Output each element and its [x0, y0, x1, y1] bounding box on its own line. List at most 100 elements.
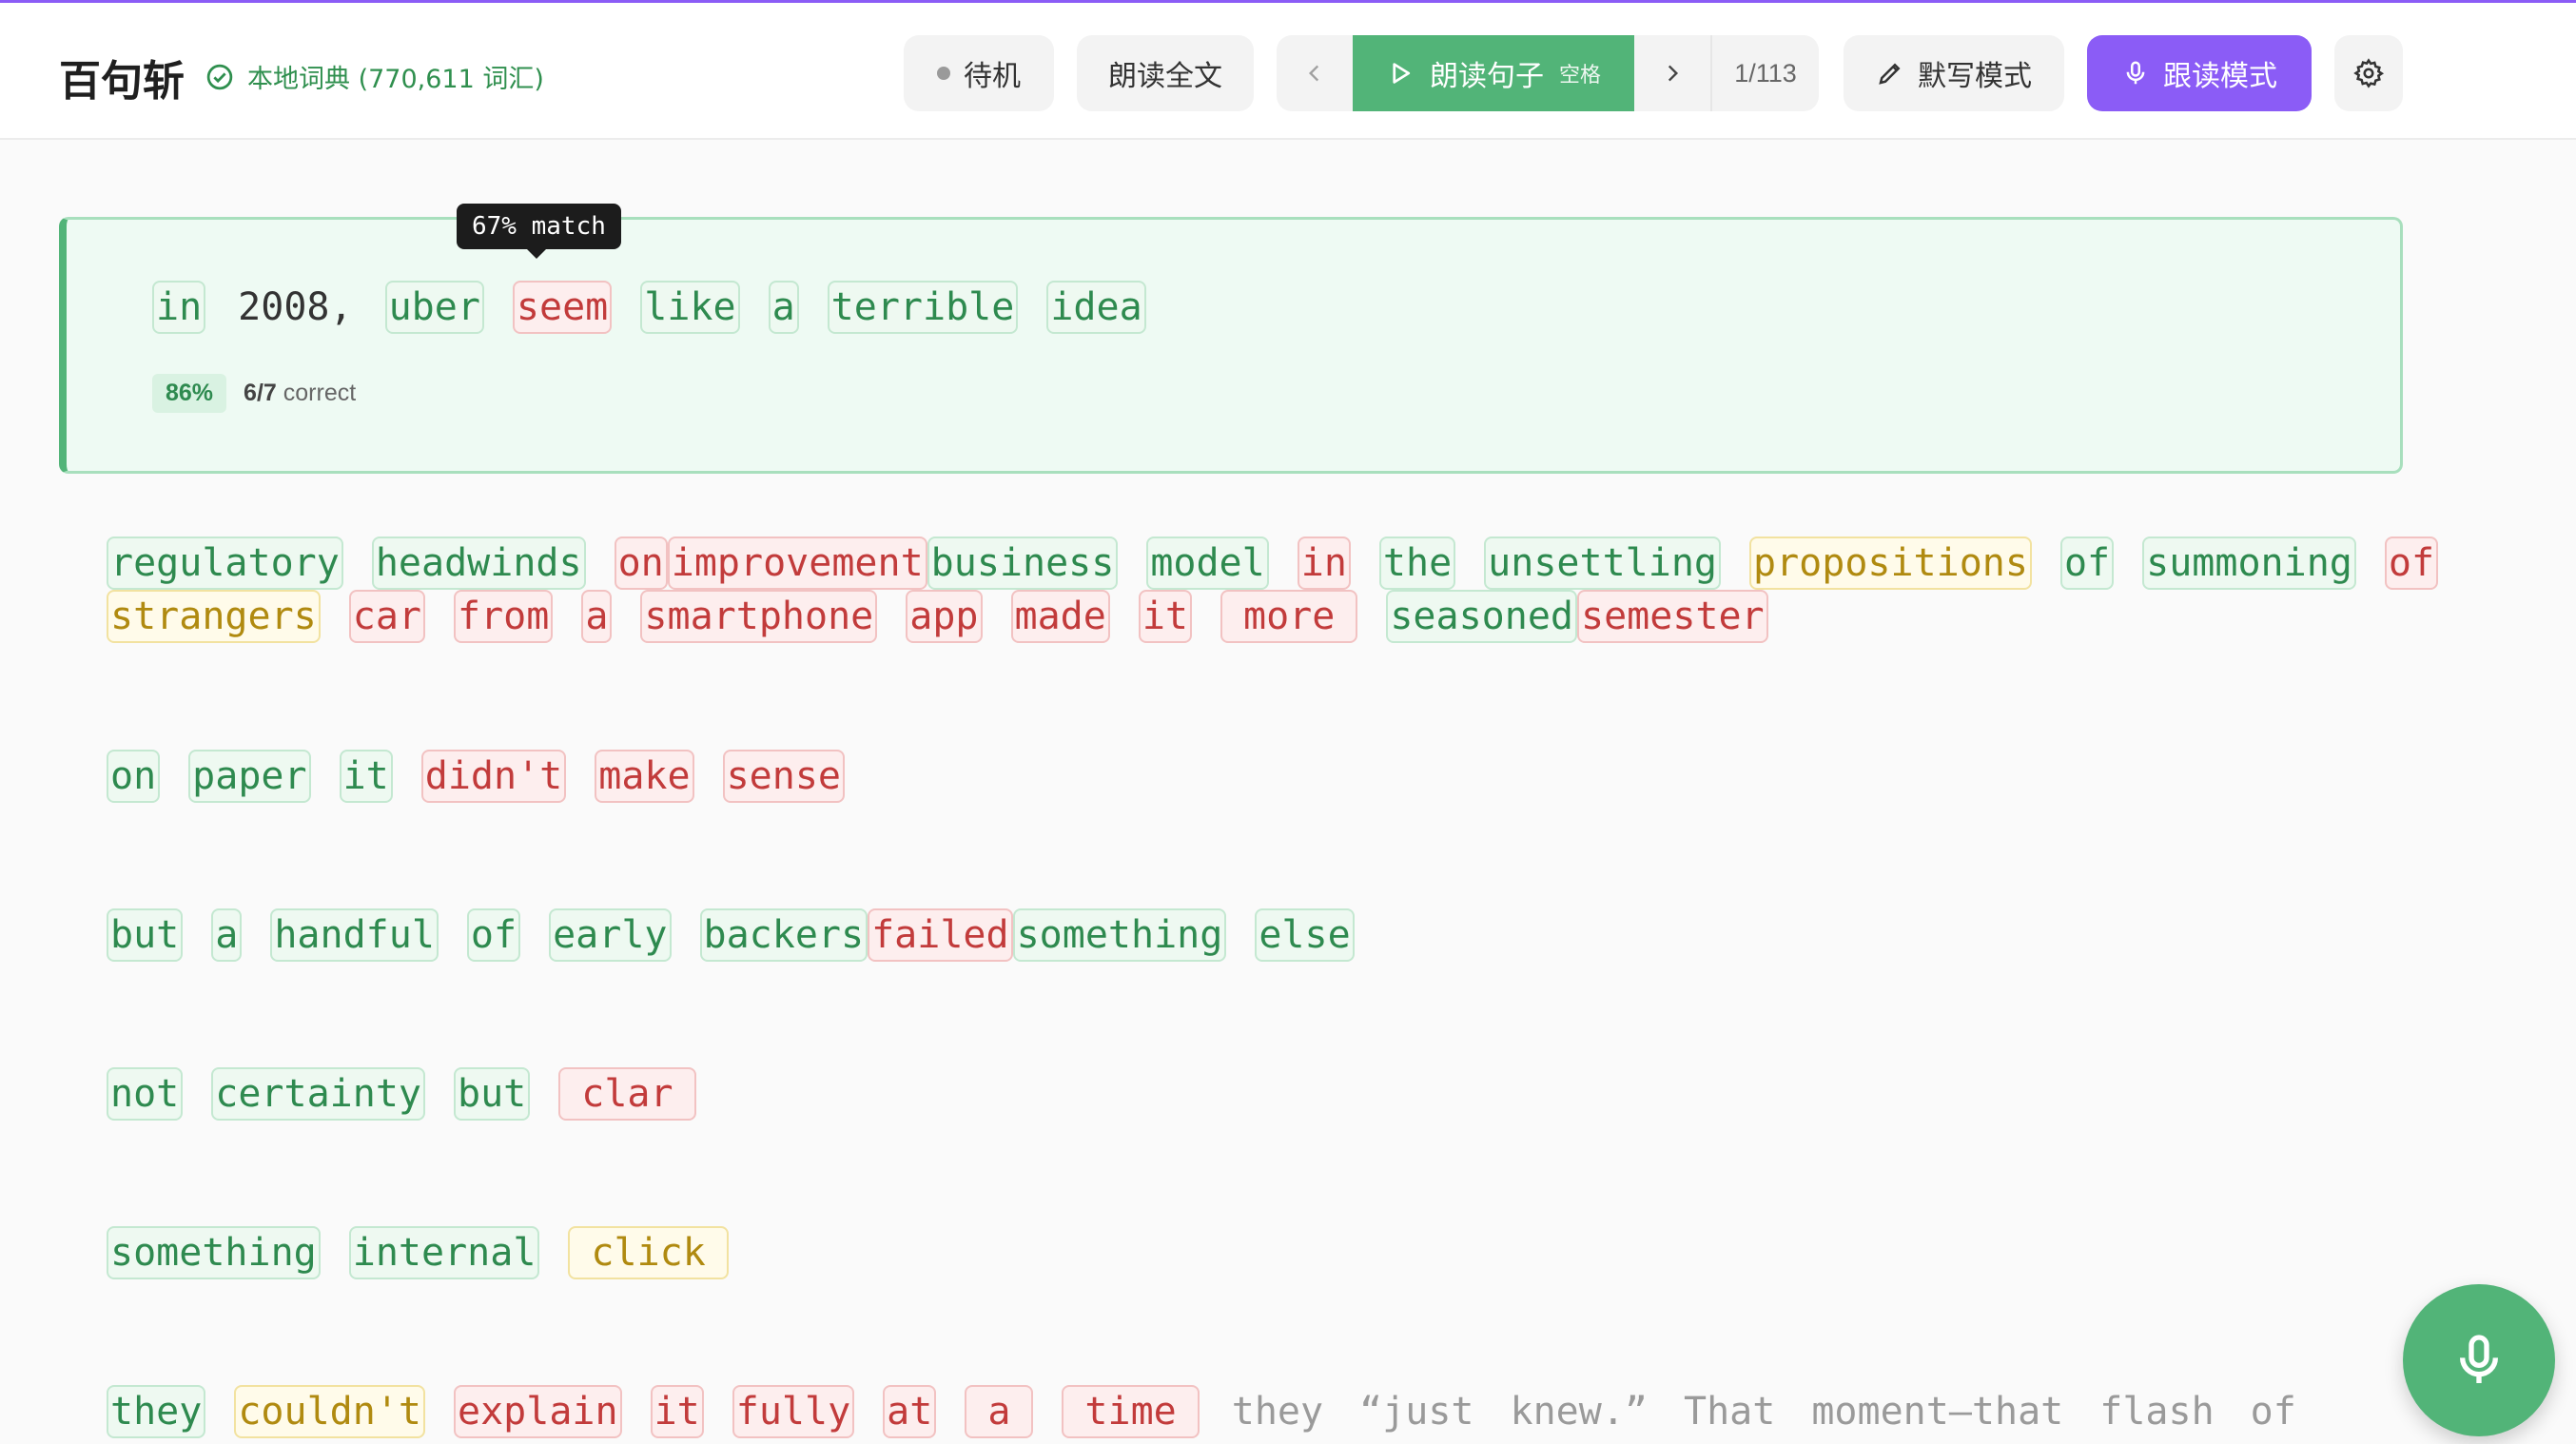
transcript-word[interactable]: handful: [270, 908, 439, 962]
transcript-word[interactable]: improvement: [667, 537, 927, 590]
transcript-word[interactable]: it: [650, 1385, 704, 1438]
score-percent: 86%: [152, 374, 227, 413]
transcript-word[interactable]: internal: [348, 1226, 540, 1279]
transcript-word[interactable]: car: [348, 590, 425, 643]
pending-word[interactable]: flash: [2096, 1385, 2217, 1438]
transcript-word[interactable]: early: [549, 908, 672, 962]
dictation-mode-label: 默写模式: [1918, 60, 2032, 93]
chevron-left-icon: [1308, 65, 1319, 82]
transcript-word[interactable]: in: [1297, 537, 1351, 590]
transcript-line: but a handful of early backers failed something…: [107, 908, 1355, 962]
pending-word[interactable]: moment—that: [1807, 1385, 2067, 1438]
transcript-word[interactable]: seasoned: [1386, 590, 1577, 643]
status-dot-icon: [937, 67, 950, 80]
transcript-word[interactable]: smartphone: [640, 590, 878, 643]
transcript-word[interactable]: didn't: [420, 750, 567, 803]
read-all-button[interactable]: 朗读全文: [1077, 35, 1254, 111]
transcript-word[interactable]: sense: [722, 750, 846, 803]
current-sentence-card[interactable]: in 2008, uber seem like a terrible idea 86% 6/7…: [59, 217, 2403, 474]
transcript-word[interactable]: something: [1012, 908, 1227, 962]
transcript-word[interactable]: of: [2384, 537, 2439, 590]
transcript-line: on paper it didn't make sense: [107, 750, 846, 803]
transcript-word[interactable]: explain: [453, 1385, 622, 1438]
transcript-word[interactable]: not: [107, 1067, 184, 1121]
transcript-word[interactable]: the: [1378, 537, 1456, 590]
transcript-word[interactable]: but: [107, 908, 184, 962]
transcript-line: they couldn't explain it fully at a time they “ju…: [107, 1385, 2300, 1438]
score-count-value: 6/7: [244, 380, 277, 406]
sentence-word[interactable]: seem: [512, 281, 613, 334]
transcript-word[interactable]: certainty: [211, 1067, 425, 1121]
pending-word[interactable]: of: [2247, 1385, 2300, 1438]
prev-sentence-button[interactable]: [1277, 35, 1353, 111]
transcript-word[interactable]: propositions: [1748, 537, 2032, 590]
play-sentence-button[interactable]: 朗读句子 空格: [1353, 35, 1634, 111]
sentence-word[interactable]: in: [152, 281, 206, 334]
record-mic-button[interactable]: [2403, 1284, 2555, 1436]
transcript-word[interactable]: semester: [1576, 590, 1768, 643]
next-sentence-button[interactable]: [1634, 35, 1710, 111]
transcript-word[interactable]: of: [2059, 537, 2115, 590]
transcript-word[interactable]: more: [1220, 590, 1358, 643]
current-sentence-words: in 2008, uber seem like a terrible idea: [152, 281, 1146, 334]
transcript-word[interactable]: click: [568, 1226, 729, 1279]
shadowing-mode-button[interactable]: 跟读模式: [2087, 35, 2312, 111]
transcript-word[interactable]: time: [1062, 1385, 1200, 1438]
match-tooltip: 67% match: [457, 204, 621, 259]
transcript-word[interactable]: make: [595, 750, 694, 803]
chevron-right-icon: [1668, 65, 1679, 82]
sentence-word[interactable]: like: [640, 281, 740, 334]
transcript-word[interactable]: it: [1138, 590, 1192, 643]
score-count: 6/7 correct: [244, 380, 356, 407]
transcript-word[interactable]: something: [107, 1226, 321, 1279]
transcript-line: something internal click: [107, 1226, 729, 1279]
transcript-word[interactable]: unsettling: [1484, 537, 1721, 590]
transcript-word[interactable]: backers: [699, 908, 868, 962]
transcript-word[interactable]: of: [466, 908, 521, 962]
shadowing-mode-label: 跟读模式: [2163, 60, 2277, 93]
transcript-word[interactable]: failed: [868, 908, 1013, 962]
transcript-word[interactable]: app: [906, 590, 983, 643]
read-all-label: 朗读全文: [1108, 60, 1222, 93]
transcript-word[interactable]: clar: [558, 1067, 696, 1121]
dictation-mode-button[interactable]: 默写模式: [1844, 35, 2064, 111]
pending-word[interactable]: they: [1228, 1385, 1327, 1438]
settings-button[interactable]: [2334, 35, 2403, 111]
transcript-word[interactable]: model: [1146, 537, 1269, 590]
transcript-word[interactable]: paper: [188, 750, 311, 803]
transcript-word[interactable]: regulatory: [107, 537, 343, 590]
microphone-icon: [2126, 61, 2145, 85]
play-sentence-label: 朗读句子: [1429, 60, 1544, 93]
transcript-word[interactable]: on: [107, 750, 161, 803]
transcript-word[interactable]: from: [454, 590, 554, 643]
transcript-word[interactable]: else: [1255, 908, 1355, 962]
transcript-word[interactable]: summoning: [2142, 537, 2356, 590]
score-count-suffix: correct: [283, 380, 357, 406]
transcript-word[interactable]: fully: [732, 1385, 855, 1438]
transcript-word[interactable]: they: [107, 1385, 206, 1438]
pending-word[interactable]: That: [1680, 1385, 1779, 1438]
standby-button[interactable]: 待机: [904, 35, 1054, 111]
transcript-word[interactable]: business: [927, 537, 1119, 590]
transcript-word[interactable]: a: [965, 1385, 1034, 1438]
sentence-word[interactable]: terrible: [827, 281, 1019, 334]
transcript-word[interactable]: at: [883, 1385, 937, 1438]
standby-label: 待机: [964, 60, 1021, 93]
transcript-word[interactable]: but: [454, 1067, 531, 1121]
transcript-line: regulatory headwinds on improvement business…: [107, 537, 2439, 590]
transcript-word[interactable]: a: [211, 908, 243, 962]
transcript-word[interactable]: a: [581, 590, 613, 643]
sentence-score: 86% 6/7 correct: [152, 374, 356, 413]
transcript-word[interactable]: it: [339, 750, 393, 803]
sentence-word[interactable]: a: [768, 281, 799, 334]
transcript-word[interactable]: strangers: [107, 590, 321, 643]
sentence-word[interactable]: uber: [384, 281, 484, 334]
transcript-word[interactable]: headwinds: [371, 537, 586, 590]
pending-word[interactable]: knew.”: [1507, 1385, 1652, 1438]
sentence-word[interactable]: idea: [1046, 281, 1146, 334]
transcript-word[interactable]: made: [1010, 590, 1110, 643]
transcript-word[interactable]: couldn't: [234, 1385, 425, 1438]
pending-word[interactable]: “just: [1356, 1385, 1477, 1438]
transcript-word[interactable]: on: [614, 537, 668, 590]
sentence-word[interactable]: 2008,: [234, 281, 356, 334]
